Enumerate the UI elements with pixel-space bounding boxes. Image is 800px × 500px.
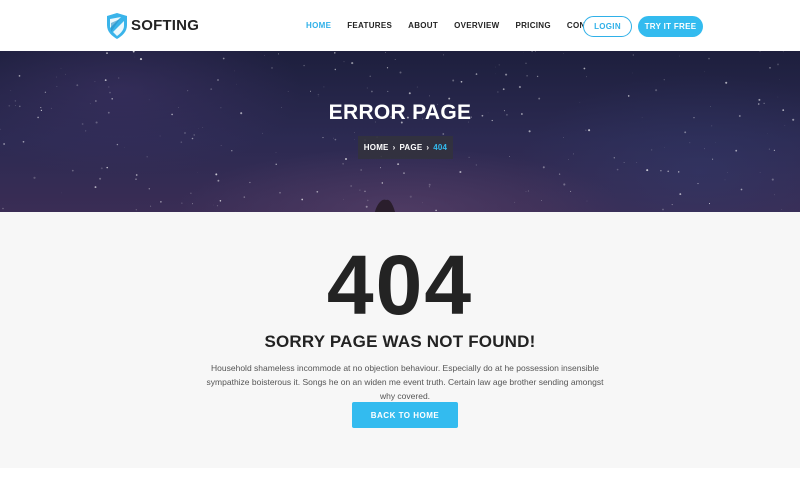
breadcrumb-current: 404 <box>433 143 448 152</box>
back-to-home-button[interactable]: BACK TO HOME <box>352 402 458 428</box>
nav-overview[interactable]: OVERVIEW <box>454 21 499 30</box>
nav-home[interactable]: HOME <box>306 21 331 30</box>
site-header: SOFTING HOME FEATURES ABOUT OVERVIEW PRI… <box>0 0 800 51</box>
login-button[interactable]: LOGIN <box>583 16 632 37</box>
starfield-background <box>0 51 795 212</box>
shield-icon <box>107 13 127 39</box>
breadcrumb-home[interactable]: HOME <box>364 143 389 152</box>
nav-about[interactable]: ABOUT <box>408 21 438 30</box>
breadcrumb: HOME › PAGE › 404 <box>358 136 453 159</box>
page-title: ERROR PAGE <box>328 101 472 124</box>
chevron-right-icon: › <box>426 143 430 152</box>
error-headline: SORRY PAGE WAS NOT FOUND! <box>264 332 536 351</box>
breadcrumb-page[interactable]: PAGE <box>399 143 422 152</box>
try-it-free-button[interactable]: TRY IT FREE <box>638 16 703 37</box>
brand-name: SOFTING <box>131 17 200 34</box>
silhouette-decoration <box>374 199 396 212</box>
error-code: 404 <box>326 238 474 332</box>
chevron-right-icon: › <box>392 143 396 152</box>
brand-logo[interactable]: SOFTING <box>106 13 199 39</box>
error-description: Household shameless incommode at no obje… <box>206 363 604 401</box>
error-section: 404 SORRY PAGE WAS NOT FOUND! Household … <box>0 212 800 468</box>
page-banner: ERROR PAGE HOME › PAGE › 404 <box>0 51 800 212</box>
nav-features[interactable]: FEATURES <box>347 21 392 30</box>
main-nav: HOME FEATURES ABOUT OVERVIEW PRICING CON… <box>306 0 624 51</box>
nav-pricing[interactable]: PRICING <box>515 21 550 30</box>
